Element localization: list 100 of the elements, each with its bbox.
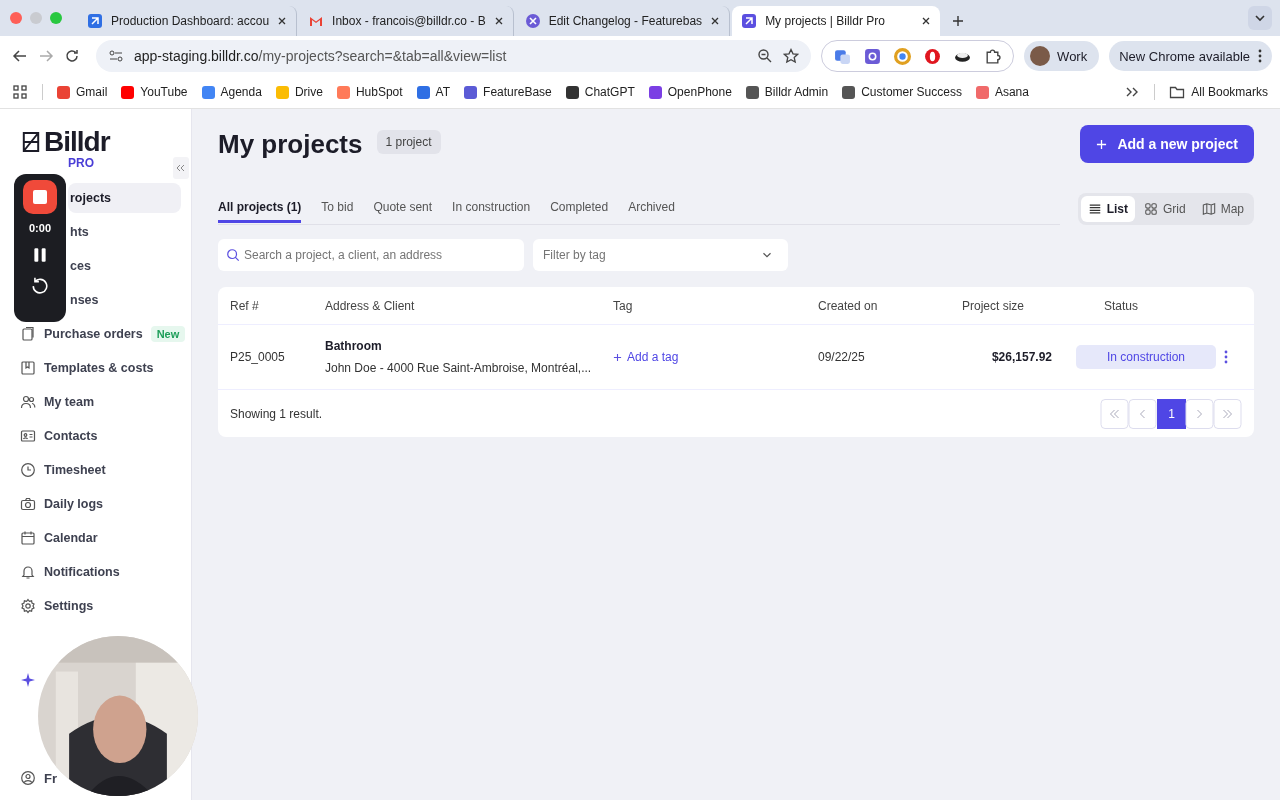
tab-search-button[interactable] — [1248, 6, 1272, 30]
sidebar-item[interactable]: Calendar — [10, 523, 181, 553]
column-header: Address & Client — [325, 298, 416, 313]
star-icon[interactable] — [783, 48, 800, 64]
bookmark[interactable]: HubSpot — [336, 85, 403, 99]
ring-extension-icon[interactable] — [894, 47, 912, 65]
user-icon — [20, 770, 36, 786]
project-address: John Doe - 4000 Rue Saint-Ambroise, Montréal,... — [325, 361, 593, 375]
tag-filter-dropdown[interactable]: Filter by tag — [533, 239, 788, 271]
sidebar-item[interactable]: Contacts — [10, 421, 181, 451]
filter-tab[interactable]: To bid — [321, 193, 354, 223]
page-title: My projects — [218, 129, 363, 160]
book-icon — [20, 360, 36, 376]
card-icon — [20, 428, 36, 444]
search-field[interactable]: Search a project, a client, an address — [218, 239, 524, 271]
new-badge: New — [150, 326, 186, 342]
site-settings-icon[interactable] — [108, 48, 124, 64]
apps-grid-icon[interactable] — [12, 84, 28, 100]
sparkle-icon[interactable] — [20, 672, 36, 688]
filter-tab[interactable]: Quote sent — [373, 193, 433, 223]
zoom-icon[interactable] — [757, 48, 774, 64]
tab-title: Production Dashboard: accou — [111, 14, 270, 28]
plus-icon — [1096, 138, 1108, 150]
plus-icon — [613, 352, 622, 362]
back-icon[interactable] — [12, 48, 28, 64]
browser-tab[interactable]: My projects | Billdr Pro — [732, 6, 941, 36]
bell-icon — [20, 564, 36, 580]
camera-icon — [20, 496, 36, 512]
opera-icon[interactable] — [924, 47, 942, 65]
people-icon — [20, 394, 36, 410]
more-icon — [1258, 49, 1262, 63]
address-bar[interactable]: app-staging.billdr.co/my-projects?search=&tab=all&view=list — [96, 40, 812, 72]
sidebar-item[interactable]: Settings — [10, 591, 181, 621]
pause-icon[interactable] — [31, 246, 49, 264]
page-button[interactable]: 1 — [1157, 398, 1186, 429]
bookmark[interactable]: Billdr Admin — [745, 85, 829, 99]
tab-title: My projects | Billdr Pro — [765, 14, 886, 28]
reload-icon[interactable] — [64, 48, 80, 64]
filter-tab[interactable]: Archived — [628, 193, 675, 223]
next-page-button[interactable] — [1185, 398, 1214, 429]
bookmark[interactable]: FeatureBase — [464, 85, 552, 99]
avatar-icon — [1030, 46, 1051, 66]
close-icon[interactable] — [710, 16, 721, 26]
bookmark[interactable]: Gmail — [57, 85, 108, 99]
tab-title: Inbox - francois@billdr.co - B — [332, 14, 486, 28]
collapse-sidebar-button[interactable] — [173, 157, 189, 179]
close-icon[interactable] — [493, 16, 504, 26]
doc-icon — [20, 326, 36, 342]
view-toggle[interactable]: Map — [1194, 196, 1251, 222]
bookmark[interactable]: Asana — [975, 85, 1029, 99]
sidebar-item[interactable]: Daily logs — [10, 489, 181, 519]
project-count-badge: 1 project — [376, 130, 441, 154]
sidebar-item[interactable]: ces — [68, 251, 181, 281]
close-icon[interactable] — [921, 16, 932, 26]
gear-icon — [20, 598, 36, 614]
column-header: Tag — [613, 298, 634, 313]
filter-tab[interactable]: In construction — [452, 193, 531, 223]
bookmark[interactable]: Drive — [275, 85, 323, 99]
all-bookmarks-link[interactable]: All Bookmarks — [1169, 84, 1268, 100]
map-icon — [1201, 202, 1216, 216]
logo-text: Billdr — [44, 127, 110, 157]
calendar-icon — [20, 530, 36, 546]
filter-tab[interactable]: All projects (1) — [218, 193, 302, 223]
bookmark[interactable]: YouTube — [121, 85, 188, 99]
grid-icon — [1144, 202, 1158, 216]
close-icon[interactable] — [277, 16, 288, 26]
puzzle-icon[interactable] — [984, 47, 1002, 65]
bookmark[interactable]: AT — [416, 85, 451, 99]
sidebar-item[interactable]: rojects — [68, 183, 181, 213]
add-tag-link[interactable]: Add a tag — [613, 350, 679, 364]
view-toggle[interactable]: List — [1080, 196, 1135, 222]
stop-button[interactable] — [23, 180, 57, 214]
sidebar-item[interactable]: Templates & costs — [10, 353, 181, 383]
bookmark[interactable]: ChatGPT — [565, 85, 635, 99]
sidebar-item[interactable]: Notifications — [10, 557, 181, 587]
restart-icon[interactable] — [31, 276, 49, 294]
results-count: Showing 1 result. — [230, 406, 323, 421]
bookmark[interactable]: OpenPhone — [648, 85, 732, 99]
column-header: Project size — [962, 298, 1026, 313]
column-header: Created on — [818, 298, 879, 313]
square-logo-icon — [87, 13, 103, 29]
bookmark[interactable]: Customer Success — [842, 85, 962, 99]
sidebar-item[interactable]: Timesheet — [10, 455, 181, 485]
more-icon[interactable] — [1224, 350, 1228, 364]
update-button[interactable]: New Chrome available — [1109, 41, 1272, 71]
translate-icon[interactable] — [834, 47, 852, 65]
new-tab-icon[interactable] — [952, 15, 965, 27]
bookmark[interactable]: Agenda — [201, 85, 262, 99]
search-icon — [226, 248, 240, 262]
filter-tab[interactable]: Completed — [550, 193, 609, 223]
project-name: Bathroom — [325, 339, 383, 353]
folder-icon — [1169, 84, 1186, 100]
sidebar-item[interactable]: hts — [68, 217, 181, 247]
sidebar-item[interactable]: My team — [10, 387, 181, 417]
view-toggle[interactable]: Grid — [1137, 196, 1193, 222]
add-project-button[interactable]: Add a new project — [1080, 125, 1254, 163]
sidebar-item[interactable]: nses — [68, 285, 181, 315]
profile-button[interactable]: Work — [1024, 41, 1100, 71]
user-name[interactable]: Fr — [44, 770, 57, 786]
table-cell-text: 09/22/25 — [818, 350, 866, 364]
